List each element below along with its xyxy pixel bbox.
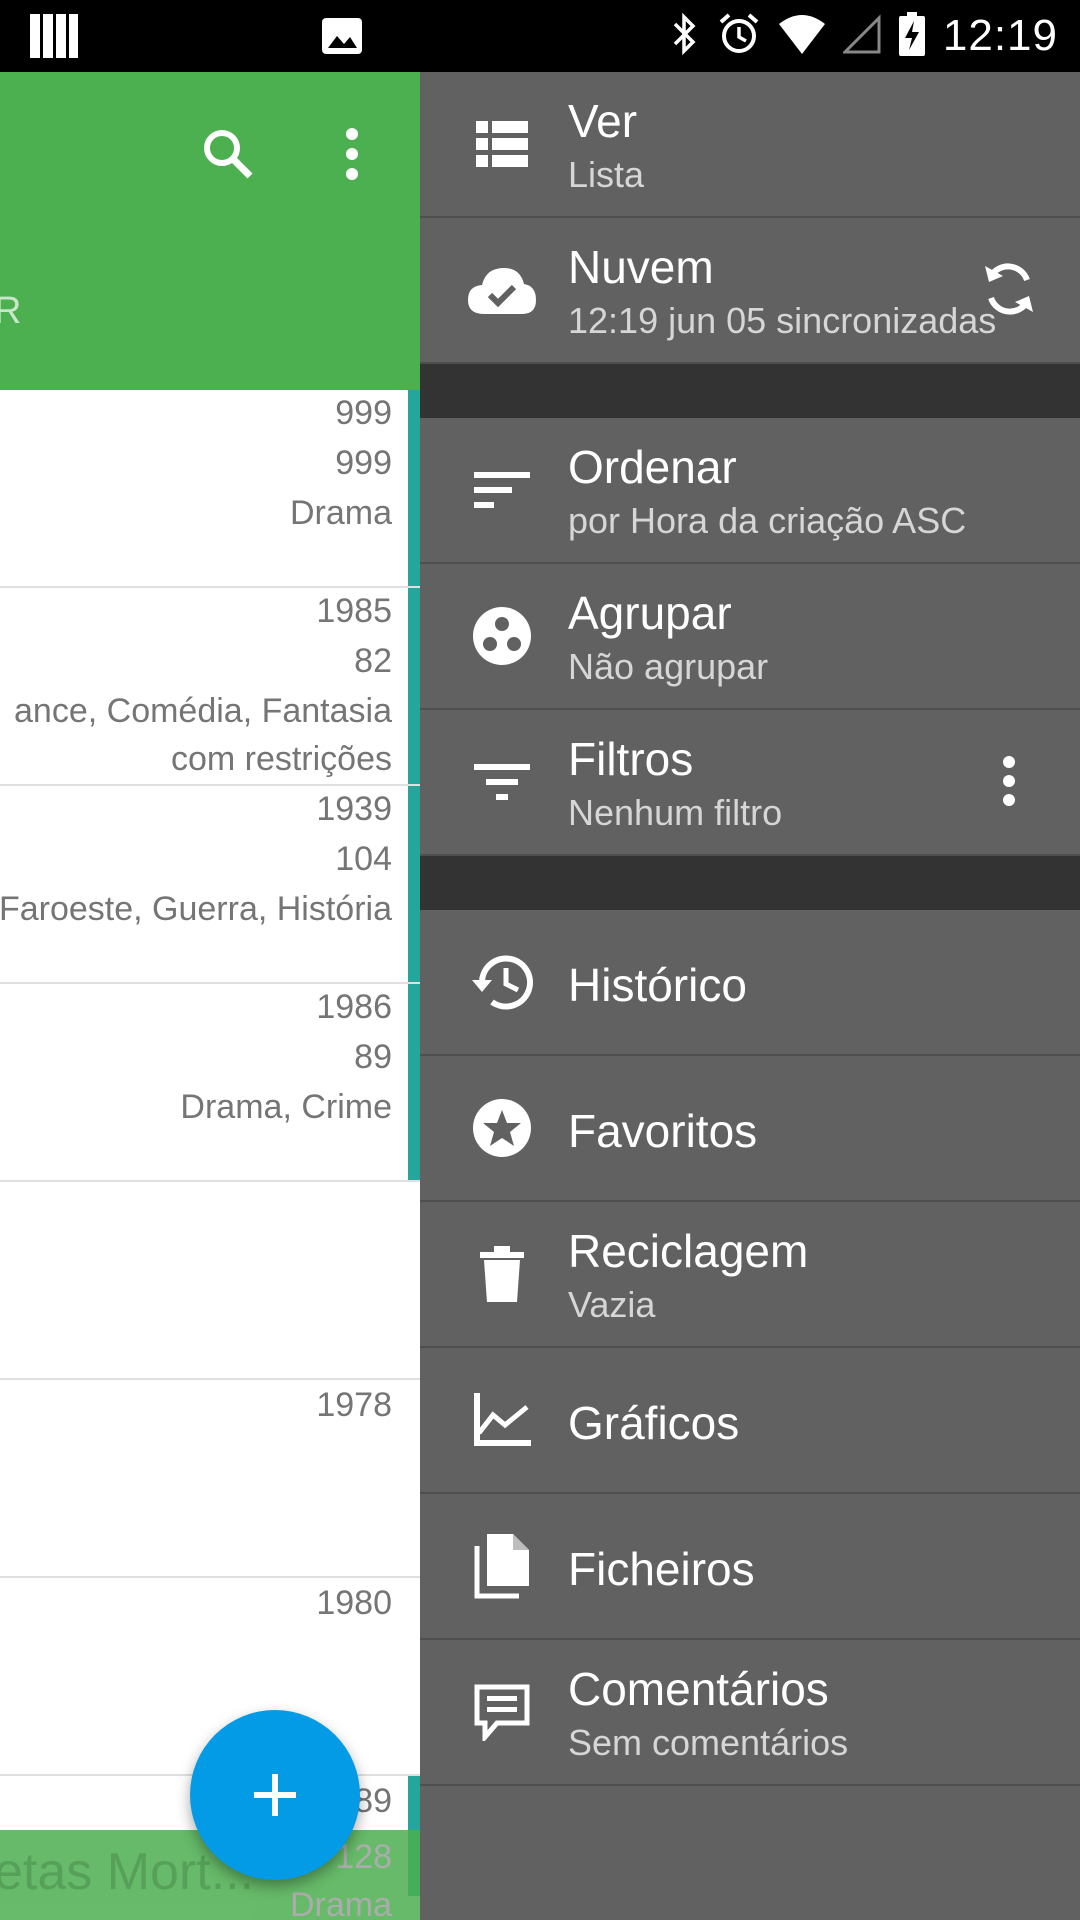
view-list-icon [462,104,542,184]
image-icon [322,18,362,59]
drawer-item-title: Filtros [568,733,694,785]
row-genre: Faroeste, Guerra, História [0,890,392,928]
row-year: 1985 [316,592,392,630]
navigation-drawer: Ver Lista Nuvem 12:19 jun 05 sincronizad… [420,72,1080,1920]
drawer-item-filtros[interactable]: Filtros Nenhum filtro [420,710,1080,856]
drawer-item-agrupar[interactable]: Agrupar Não agrupar [420,564,1080,710]
list-item[interactable]: 1939 104 Faroeste, Guerra, História [0,786,420,984]
drawer-item-ordenar[interactable]: Ordenar por Hora da criação ASC [420,418,1080,564]
sim-icon [30,14,78,63]
delete-icon [462,1234,542,1314]
row-year: 1978 [316,1386,392,1424]
row-genre: ance, Comédia, Fantasia [14,692,392,730]
drawer-separator [420,364,1080,418]
search-icon[interactable] [198,124,258,189]
battery-charging-icon [898,11,925,61]
star-circle-icon [462,1088,542,1168]
drawer-item-reciclagem[interactable]: Reciclagem Vazia [420,1202,1080,1348]
row-duration: 999 [335,444,392,482]
row-year: 1939 [316,790,392,828]
drawer-item-subtitle: Lista [568,154,645,195]
drawer-item-title: Ver [568,95,638,147]
row-stripe [408,984,420,1180]
drawer-item-historico[interactable]: Histórico [420,910,1080,1056]
app-bar: R [0,72,420,390]
row-genre: Drama [289,494,392,532]
row-year: 1986 [316,988,392,1026]
drawer-item-ver[interactable]: Ver Lista [420,72,1080,218]
drawer-item-subtitle: 12:19 jun 05 sincronizadas [568,300,997,341]
drawer-item-subtitle: Não agrupar [568,646,769,687]
row-duration: 82 [354,642,392,680]
row-duration: 89 [354,1038,392,1076]
list-item[interactable]: 1985 82 ance, Comédia, Fantasia com rest… [0,588,420,786]
drawer-item-title: Ordenar [568,441,737,493]
drawer-item-comentarios[interactable]: Comentários Sem comentários [420,1640,1080,1786]
row-year: 1980 [316,1584,392,1622]
drawer-item-title: Agrupar [568,587,732,639]
add-fab-button[interactable] [190,1710,360,1880]
row-genre: Drama, Crime [180,1088,392,1126]
drawer-item-nuvem[interactable]: Nuvem 12:19 jun 05 sincronizadas [420,218,1080,364]
drawer-item-title: Nuvem [568,241,714,293]
list-item[interactable]: 1986 89 Drama, Crime [0,984,420,1182]
sync-icon[interactable] [974,254,1044,324]
drawer-item-title: Reciclagem [568,1225,809,1277]
selected-item-genre: Drama [289,1886,392,1920]
row-rating: com restrições [170,740,392,778]
more-vert-icon[interactable] [974,746,1044,816]
row-duration: 104 [335,840,392,878]
filter-icon [462,742,542,822]
list-item[interactable] [0,1182,420,1380]
wifi-icon [778,14,825,59]
drawer-item-title: Favoritos [568,1105,758,1157]
row-year: 999 [335,394,392,432]
add-icon [254,1774,296,1816]
drawer-item-favoritos[interactable]: Favoritos [420,1056,1080,1202]
row-stripe [408,588,420,784]
list-item[interactable]: 1978 [0,1380,420,1578]
drawer-separator [420,856,1080,910]
row-year: 89 [354,1782,392,1820]
history-icon [462,942,542,1022]
drawer-item-title: Gráficos [568,1397,740,1449]
drawer-item-graficos[interactable]: Gráficos [420,1348,1080,1494]
bluetooth-icon [671,12,699,61]
sort-icon [462,450,542,530]
row-stripe [408,786,420,982]
list-item[interactable]: 999 999 Drama [0,390,420,588]
chart-icon [462,1380,542,1460]
drawer-item-subtitle: Nenhum filtro [568,792,783,833]
group-work-icon [462,596,542,676]
alarm-icon [717,12,761,61]
drawer-item-title: Ficheiros [568,1543,755,1595]
drawer-item-title: Comentários [568,1663,829,1715]
signal-icon [841,13,881,59]
drawer-item-title: Histórico [568,959,747,1011]
drawer-item-subtitle: Sem comentários [568,1722,849,1763]
cloud-done-icon [462,250,542,330]
row-stripe [408,390,420,586]
more-vert-icon[interactable] [340,124,364,189]
tab-label[interactable]: R [0,290,21,333]
comment-icon [462,1672,542,1752]
drawer-item-subtitle: Vazia [568,1284,656,1325]
status-bar: 12:19 [0,0,1080,72]
main-content: R 999 999 Drama 1985 82 ance, Comédia, F… [0,72,420,1920]
status-clock: 12:19 [942,11,1058,60]
drawer-item-ficheiros[interactable]: Ficheiros [420,1494,1080,1640]
files-icon [462,1526,542,1606]
drawer-item-subtitle: por Hora da criação ASC [568,500,967,541]
